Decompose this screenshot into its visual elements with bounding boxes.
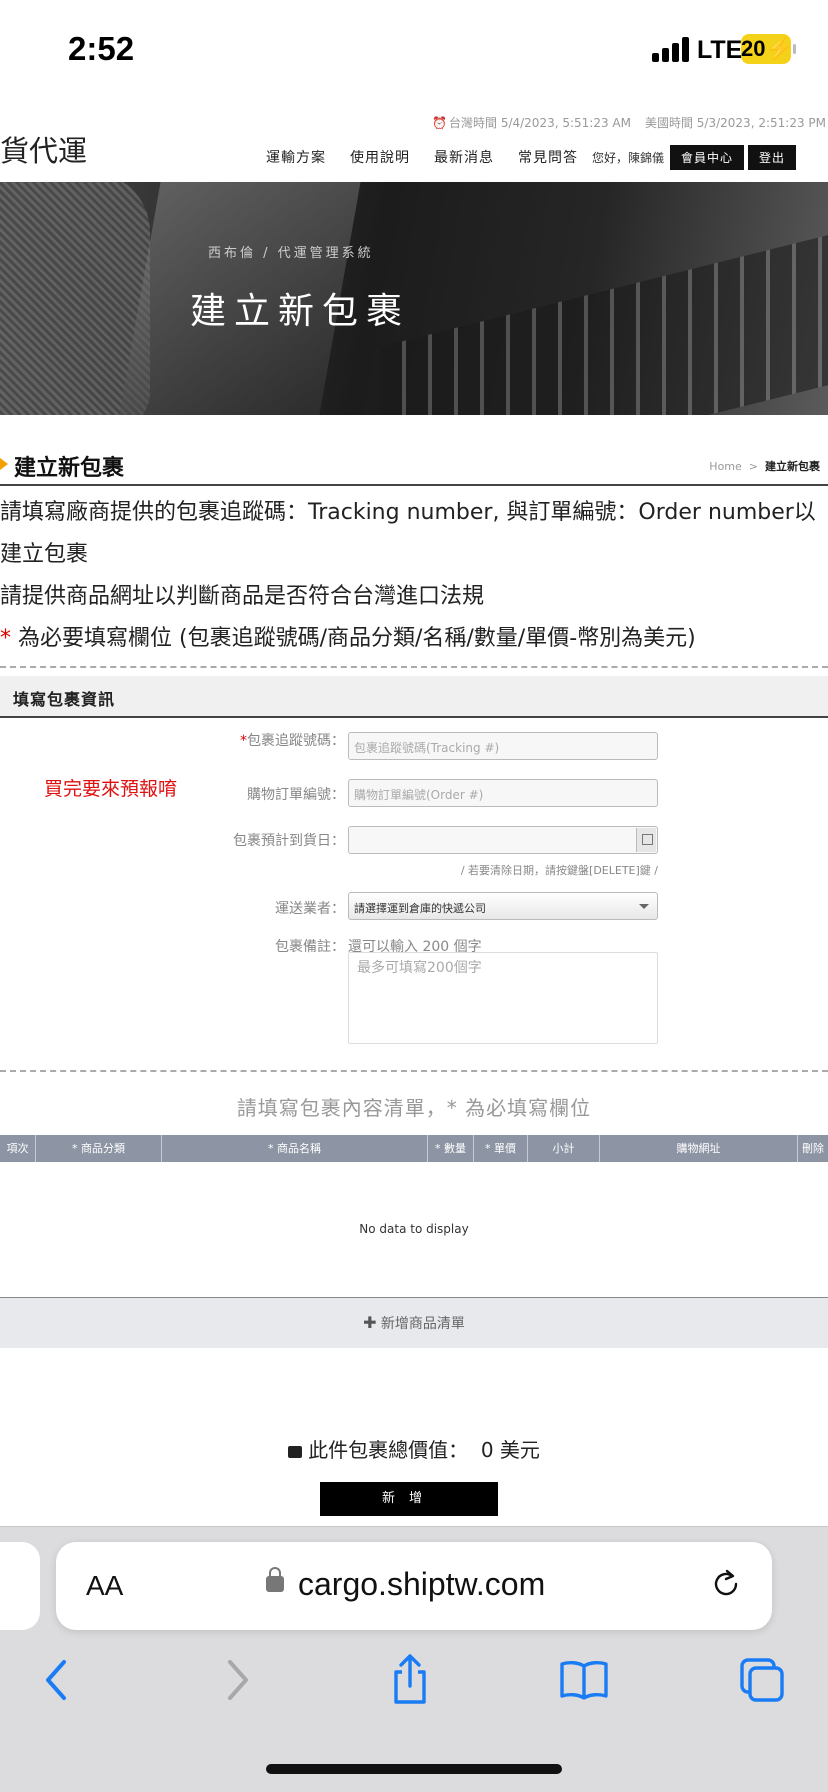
package-total: 此件包裹總價值： 0 美元 <box>0 1434 828 1463</box>
instruction-line-2: 請提供商品網址以判斷商品是否符合台灣進口法規 <box>0 584 485 609</box>
add-item-button[interactable]: ✚ 新增商品清單 <box>0 1298 828 1348</box>
logout-button[interactable]: 登出 <box>748 144 797 170</box>
main-nav: 運輸方案 使用說明 最新消息 常見問答 您好，陳錦儀 會員中心 登出 <box>266 144 800 170</box>
carrier-select[interactable]: 請選擇運到倉庫的快遞公司 <box>348 892 658 920</box>
breadcrumb-separator: > <box>748 460 758 473</box>
instructions: 請填寫廠商提供的包裹追蹤碼：Tracking number, 與訂單編號：Ord… <box>0 492 828 660</box>
eta-hint: / 若要清除日期，請按鍵盤[DELETE]鍵 / <box>460 864 658 877</box>
form-header-title: 填寫包裹資訊 <box>13 690 116 709</box>
lock-icon <box>266 1567 284 1592</box>
shopping-bag-icon <box>288 1446 303 1458</box>
forward-icon[interactable] <box>208 1652 264 1708</box>
share-icon[interactable] <box>382 1652 438 1708</box>
member-center-button[interactable]: 會員中心 <box>670 144 745 170</box>
arrow-icon <box>0 458 8 470</box>
us-time: 美國時間 5/3/2023, 2:51:23 PM <box>644 116 826 130</box>
instruction-line-3: * 為必要填寫欄位 (包裹追蹤號碼/商品分類/名稱/數量/單價-幣別為美元) <box>0 618 828 660</box>
col-quantity: * 數量 <box>428 1135 474 1162</box>
address-bar[interactable]: AA cargo.shiptw.com <box>56 1542 772 1630</box>
col-url: 購物網址 <box>600 1135 798 1162</box>
carrier-label: 運送業者： <box>275 901 345 917</box>
section-header: 建立新包裹 Home > 建立新包裹 <box>0 448 828 486</box>
reload-icon[interactable] <box>710 1568 742 1600</box>
hero-title: 建立新包裹 <box>190 291 411 332</box>
signal-icon <box>652 36 690 62</box>
battery-nub <box>793 44 796 54</box>
col-delete: 刪除 <box>802 1142 824 1155</box>
network-type: LTE <box>697 36 743 64</box>
page-title: 建立新包裹 <box>14 456 125 481</box>
nav-news[interactable]: 最新消息 <box>434 147 494 167</box>
order-label: 購物訂單編號： <box>247 787 345 803</box>
clock-readout: ⏰ 台灣時間 5/4/2023, 5:51:23 AM 美國時間 5/3/2023,… <box>418 114 826 131</box>
site-logo[interactable]: 貨代運 <box>0 128 87 170</box>
nav-shipping-plans[interactable]: 運輸方案 <box>266 147 326 167</box>
calendar-icon[interactable] <box>636 828 656 852</box>
breadcrumb: Home > 建立新包裹 <box>709 458 820 474</box>
order-number-input[interactable]: 購物訂單編號(Order #) <box>348 779 658 807</box>
items-title: 請填寫包裹內容清單，* 為必填寫欄位 <box>236 1096 592 1120</box>
home-indicator[interactable] <box>266 1764 562 1774</box>
eta-label: 包裹預計到貨日： <box>233 833 345 849</box>
add-item-label: 新增商品清單 <box>380 1316 465 1332</box>
breadcrumb-current: 建立新包裹 <box>765 460 820 473</box>
battery-level: 20 <box>741 36 766 61</box>
instruction-line-1: 請填寫廠商提供的包裹追蹤碼：Tracking number, 與訂單編號：Ord… <box>0 500 816 567</box>
previous-tab[interactable] <box>0 1542 40 1630</box>
breadcrumb-home[interactable]: Home <box>709 460 741 473</box>
bookmarks-icon[interactable] <box>556 1652 612 1708</box>
carrier-selected: 請選擇運到倉庫的快遞公司 <box>354 902 486 915</box>
col-subtotal: 小計 <box>528 1135 600 1162</box>
user-greeting: 您好，陳錦儀 <box>592 150 665 165</box>
empty-table-message: No data to display <box>359 1222 469 1236</box>
plus-icon: ✚ <box>363 1313 377 1332</box>
total-value: 0 美元 <box>480 1438 540 1462</box>
col-unit-price: * 單價 <box>474 1135 528 1162</box>
keyboard-image <box>380 217 828 415</box>
annotation-text: 買完要來預報唷 <box>44 778 178 800</box>
text-size-button[interactable]: AA <box>86 1570 123 1602</box>
tracking-label-text: 包裹追蹤號碼： <box>247 733 345 749</box>
hero-banner: 西布倫 / 代運管理系統 建立新包裹 <box>0 182 828 415</box>
tracking-required-star: * <box>240 733 247 749</box>
url-text: cargo.shiptw.com <box>298 1566 546 1602</box>
hero-breadcrumb: 西布倫 / 代運管理系統 <box>208 246 374 261</box>
tabs-icon[interactable] <box>734 1652 790 1708</box>
form-header: 填寫包裹資訊 <box>0 676 828 718</box>
col-index: 項次 <box>0 1135 36 1162</box>
tracking-label: *包裹追蹤號碼： <box>240 730 345 750</box>
required-star: * <box>0 626 11 651</box>
nav-instructions[interactable]: 使用說明 <box>350 147 410 167</box>
tracking-number-input[interactable]: 包裹追蹤號碼(Tracking #) <box>348 732 658 760</box>
note-label: 包裹備註： <box>275 939 345 955</box>
total-label: 此件包裹總價值： <box>308 1438 469 1462</box>
back-icon[interactable] <box>30 1652 86 1708</box>
status-bar: 2:52 LTE 20⚡ <box>0 0 828 100</box>
nav-faq[interactable]: 常見問答 <box>518 147 578 167</box>
clock: 2:52 <box>68 30 135 67</box>
note-textarea[interactable]: 最多可填寫200個字 <box>348 952 658 1044</box>
eta-date-input[interactable] <box>348 826 658 854</box>
divider <box>0 1070 828 1072</box>
col-name: * 商品名稱 <box>162 1135 428 1162</box>
battery-icon: 20⚡ <box>741 34 793 64</box>
alarm-icon: ⏰ <box>432 116 447 130</box>
submit-button[interactable]: 新增 <box>320 1482 498 1516</box>
col-category: * 商品分類 <box>36 1135 162 1162</box>
chevron-down-icon <box>639 904 649 909</box>
required-note: 為必要填寫欄位 (包裹追蹤號碼/商品分類/名稱/數量/單價-幣別為美元) <box>11 626 696 651</box>
tw-time: 台灣時間 5/4/2023, 5:51:23 AM <box>449 116 631 130</box>
divider <box>0 666 828 668</box>
items-table-header: 項次 * 商品分類 * 商品名稱 * 數量 * 單價 小計 購物網址 刪除 <box>0 1135 828 1162</box>
